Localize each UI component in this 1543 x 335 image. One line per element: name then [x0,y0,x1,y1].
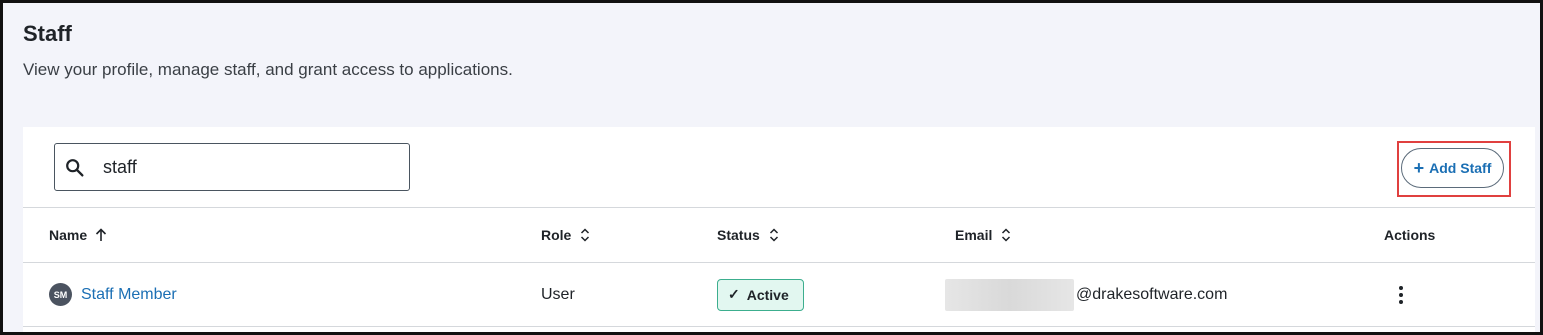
row-divider [23,326,1535,327]
column-header-name-label: Name [49,227,88,243]
cell-status: ✓ Active [717,263,804,326]
column-header-status-label: Status [717,227,760,243]
search-value: staff [103,157,137,177]
status-label: Active [746,286,789,303]
search-icon [66,159,84,177]
table-header-row: Name Role Status Email Actions [23,208,1535,262]
plus-icon: + [1413,158,1425,178]
page-subtitle: View your profile, manage staff, and gra… [23,60,513,79]
column-header-email-label: Email [955,227,993,243]
role-value: User [541,285,575,303]
status-badge: ✓ Active [717,278,804,311]
table-row: SM Staff Member User ✓ Active @drakesoft… [23,263,1535,326]
column-header-role[interactable]: Role [541,208,591,262]
cell-actions [1390,263,1412,326]
staff-name-link[interactable]: Staff Member [81,286,177,304]
add-staff-button[interactable]: + Add Staff [1401,148,1504,188]
column-header-name[interactable]: Name [49,208,107,262]
email-redaction [945,278,1074,311]
column-header-actions-label: Actions [1384,227,1436,243]
page-title: Staff [23,21,72,46]
sort-toggle-icon [1002,228,1011,242]
search-input[interactable]: staff [54,143,410,191]
sort-toggle-icon [769,228,778,242]
cell-role: User [541,263,575,326]
sort-ascending-icon [96,228,107,241]
cell-email: @drakesoftware.com [945,263,1227,326]
more-actions-icon[interactable] [1390,280,1412,310]
staff-card: staff + Add Staff Name Role Status Email… [23,127,1535,332]
checkmark-icon: ✓ [728,286,740,302]
add-staff-label: Add Staff [1429,160,1492,176]
column-header-role-label: Role [541,227,572,243]
app-frame: Staff View your profile, manage staff, a… [0,0,1543,335]
sort-toggle-icon [581,228,590,242]
column-header-actions: Actions [1384,208,1435,262]
column-header-status[interactable]: Status [717,208,780,262]
column-header-email[interactable]: Email [955,208,1012,262]
avatar: SM [49,283,72,306]
email-domain: @drakesoftware.com [1076,285,1228,303]
cell-name: SM Staff Member [49,263,177,326]
